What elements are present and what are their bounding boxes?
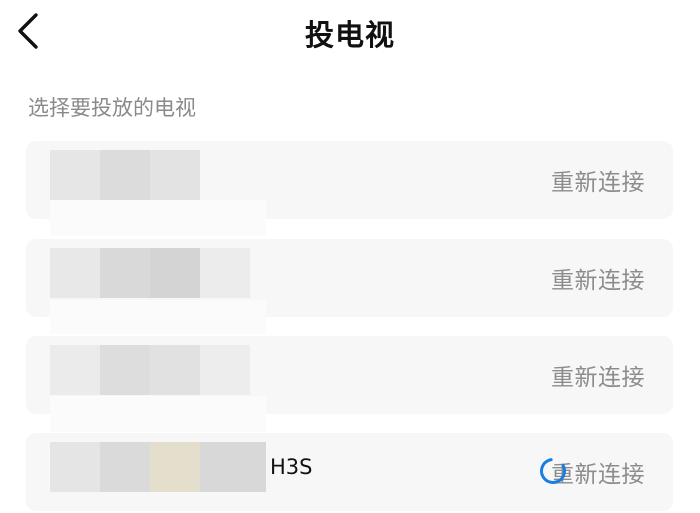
reconnect-button[interactable]: 重新连接 (540, 433, 645, 511)
redaction-mosaic (50, 200, 266, 236)
section-label: 选择要投放的电视 (28, 96, 196, 120)
device-name-redacted (50, 149, 200, 201)
reconnect-button[interactable]: 重新连接 (551, 239, 645, 317)
device-name-redacted (50, 247, 250, 299)
nav-bar: 投电视 (0, 0, 700, 64)
device-item[interactable]: H3S 重新连接 (26, 433, 673, 511)
loading-spinner-icon (540, 458, 566, 484)
device-name-suffix: H3S (270, 455, 313, 479)
redaction-mosaic (50, 396, 266, 432)
redaction-mosaic (50, 300, 266, 334)
device-name: H3S (50, 441, 312, 493)
device-name-redacted (50, 344, 250, 396)
page-title: 投电视 (304, 18, 395, 52)
reconnect-button[interactable]: 重新连接 (551, 141, 645, 219)
reconnect-button[interactable]: 重新连接 (551, 336, 645, 414)
